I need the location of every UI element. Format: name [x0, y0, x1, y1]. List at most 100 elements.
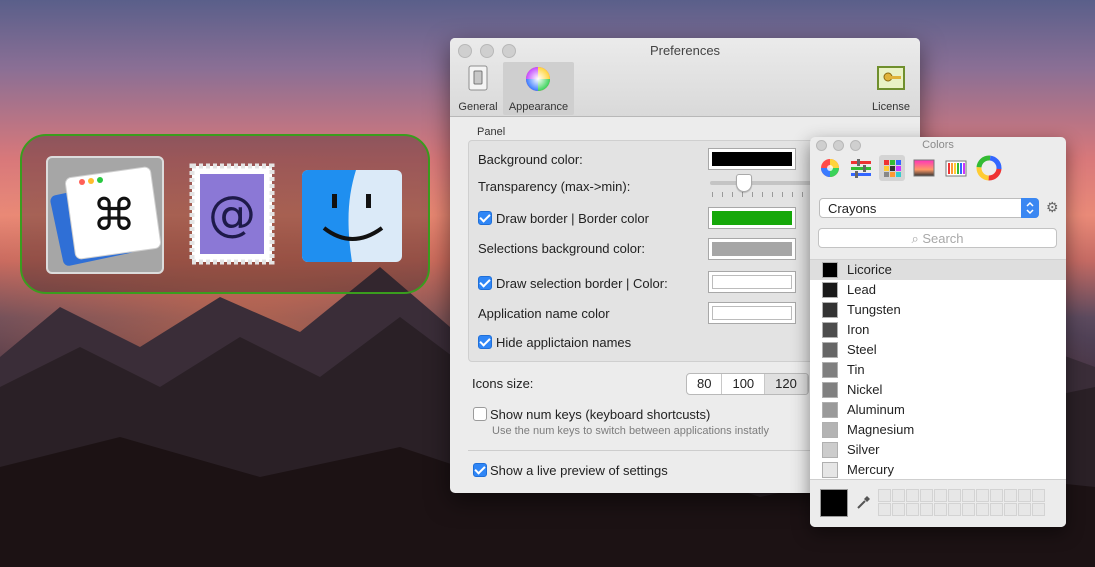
custom-swatch-slot[interactable]: [934, 489, 947, 502]
icons-size-option-100[interactable]: 100: [722, 374, 766, 394]
color-swatch: [822, 382, 838, 398]
custom-swatch-slot[interactable]: [920, 489, 933, 502]
border-color-well[interactable]: [708, 207, 796, 229]
colors-panel: Colors Crayons ⚙ ⌕ Search Licorice Lead …: [810, 137, 1066, 527]
palette-dropdown[interactable]: Crayons: [819, 198, 1039, 218]
color-list-item[interactable]: Aluminum: [810, 400, 1066, 420]
current-color-well[interactable]: [820, 489, 848, 517]
color-list-item[interactable]: Magnesium: [810, 420, 1066, 440]
section-divider: [468, 450, 818, 451]
color-list-item[interactable]: Silver: [810, 440, 1066, 460]
color-palettes-tool[interactable]: [879, 155, 905, 181]
window-title: Preferences: [649, 43, 721, 58]
custom-swatch-slot[interactable]: [990, 489, 1003, 502]
draw-selection-border-checkbox[interactable]: [478, 276, 492, 290]
custom-swatch-slot[interactable]: [990, 503, 1003, 516]
crayons-icon: [945, 160, 967, 177]
icons-size-option-120[interactable]: 120: [765, 374, 808, 394]
color-name: Silver: [847, 442, 880, 457]
custom-swatch-slot[interactable]: [878, 489, 891, 502]
border-color-fill: [712, 211, 792, 225]
color-list: Licorice Lead Tungsten Iron Steel Tin Nickel Al…: [810, 259, 1066, 480]
color-swatch: [822, 262, 838, 278]
panel-section-label: Panel: [477, 126, 506, 138]
color-swatch: [822, 322, 838, 338]
custom-swatch-slot[interactable]: [906, 503, 919, 516]
custom-swatches-grid: [878, 489, 1045, 516]
custom-swatch-slot[interactable]: [976, 489, 989, 502]
color-swatch: [822, 402, 838, 418]
color-list-item[interactable]: Tungsten: [810, 300, 1066, 320]
color-list-item[interactable]: Nickel: [810, 380, 1066, 400]
draw-border-checkbox[interactable]: [478, 211, 492, 225]
gear-icon[interactable]: ⚙: [1046, 199, 1059, 216]
color-swatch: [822, 462, 838, 478]
color-list-item[interactable]: Mercury: [810, 460, 1066, 480]
custom-swatch-slot[interactable]: [1032, 489, 1045, 502]
custom-swatch-slot[interactable]: [1018, 489, 1031, 502]
draw-border-label: Draw border | Border color: [496, 211, 649, 226]
transparency-slider-knob[interactable]: [736, 174, 752, 192]
background-color-label: Background color:: [478, 152, 583, 167]
custom-swatch-slot[interactable]: [906, 489, 919, 502]
colors-title: Colors: [922, 139, 954, 151]
custom-swatch-slot[interactable]: [948, 503, 961, 516]
custom-swatch-slot[interactable]: [892, 489, 905, 502]
tab-license[interactable]: License: [868, 62, 914, 115]
image-palettes-tool[interactable]: [911, 155, 937, 181]
color-name: Mercury: [847, 462, 894, 477]
custom-swatch-slot[interactable]: [962, 489, 975, 502]
custom-swatch-slot[interactable]: [892, 503, 905, 516]
hide-app-names-label: Hide applictaion names: [496, 335, 632, 350]
hide-app-names-checkbox[interactable]: [478, 335, 492, 349]
draw-selection-border-label: Draw selection border | Color:: [496, 276, 668, 291]
color-list-item[interactable]: Tin: [810, 360, 1066, 380]
eyedropper-icon[interactable]: [856, 494, 872, 510]
color-swatch: [822, 442, 838, 458]
selection-border-color-fill: [712, 275, 792, 289]
custom-swatch-slot[interactable]: [948, 489, 961, 502]
switcher-app-finder[interactable]: [294, 156, 410, 272]
switcher-app-mail[interactable]: @: [174, 156, 290, 272]
transparency-slider-track[interactable]: [710, 181, 820, 185]
sliders-icon: [851, 159, 871, 178]
background-color-well[interactable]: [708, 148, 796, 170]
custom-swatch-slot[interactable]: [1004, 489, 1017, 502]
color-search-input[interactable]: ⌕ Search: [818, 228, 1057, 248]
svg-text:@: @: [208, 186, 256, 242]
switch-icon: [468, 65, 488, 91]
color-list-item[interactable]: Steel: [810, 340, 1066, 360]
selections-bg-color-well[interactable]: [708, 238, 796, 260]
app-switcher-panel: ⌘ @: [20, 134, 430, 294]
custom-swatch-slot[interactable]: [934, 503, 947, 516]
selections-bg-label: Selections background color:: [478, 241, 645, 256]
color-wheel-tool[interactable]: [817, 155, 843, 181]
color-swatch: [822, 342, 838, 358]
color-swatch: [822, 422, 838, 438]
custom-swatch-slot[interactable]: [1004, 503, 1017, 516]
color-sliders-tool[interactable]: [848, 155, 874, 181]
image-spectrum-icon: [913, 159, 935, 177]
icons-size-option-80[interactable]: 80: [687, 374, 723, 394]
tab-general[interactable]: General: [456, 62, 500, 115]
app-name-color-label: Application name color: [478, 306, 610, 321]
selection-border-color-well[interactable]: [708, 271, 796, 293]
custom-swatch-slot[interactable]: [976, 503, 989, 516]
color-list-item[interactable]: Licorice: [810, 260, 1066, 280]
switcher-app-command[interactable]: ⌘: [46, 156, 164, 274]
custom-swatch-slot[interactable]: [1032, 503, 1045, 516]
custom-swatch-slot[interactable]: [962, 503, 975, 516]
tab-appearance[interactable]: Appearance: [503, 62, 574, 115]
live-preview-checkbox[interactable]: [473, 463, 487, 477]
custom-swatch-slot[interactable]: [920, 503, 933, 516]
color-list-item[interactable]: Lead: [810, 280, 1066, 300]
crayons-tool[interactable]: [943, 155, 969, 181]
spectrum-plugin-tool[interactable]: [976, 155, 1002, 181]
color-name: Iron: [847, 322, 870, 337]
custom-swatch-slot[interactable]: [1018, 503, 1031, 516]
palette-grid-icon: [884, 160, 901, 177]
color-list-item[interactable]: Iron: [810, 320, 1066, 340]
show-num-keys-checkbox[interactable]: [473, 407, 487, 421]
custom-swatch-slot[interactable]: [878, 503, 891, 516]
app-name-color-well[interactable]: [708, 302, 796, 324]
